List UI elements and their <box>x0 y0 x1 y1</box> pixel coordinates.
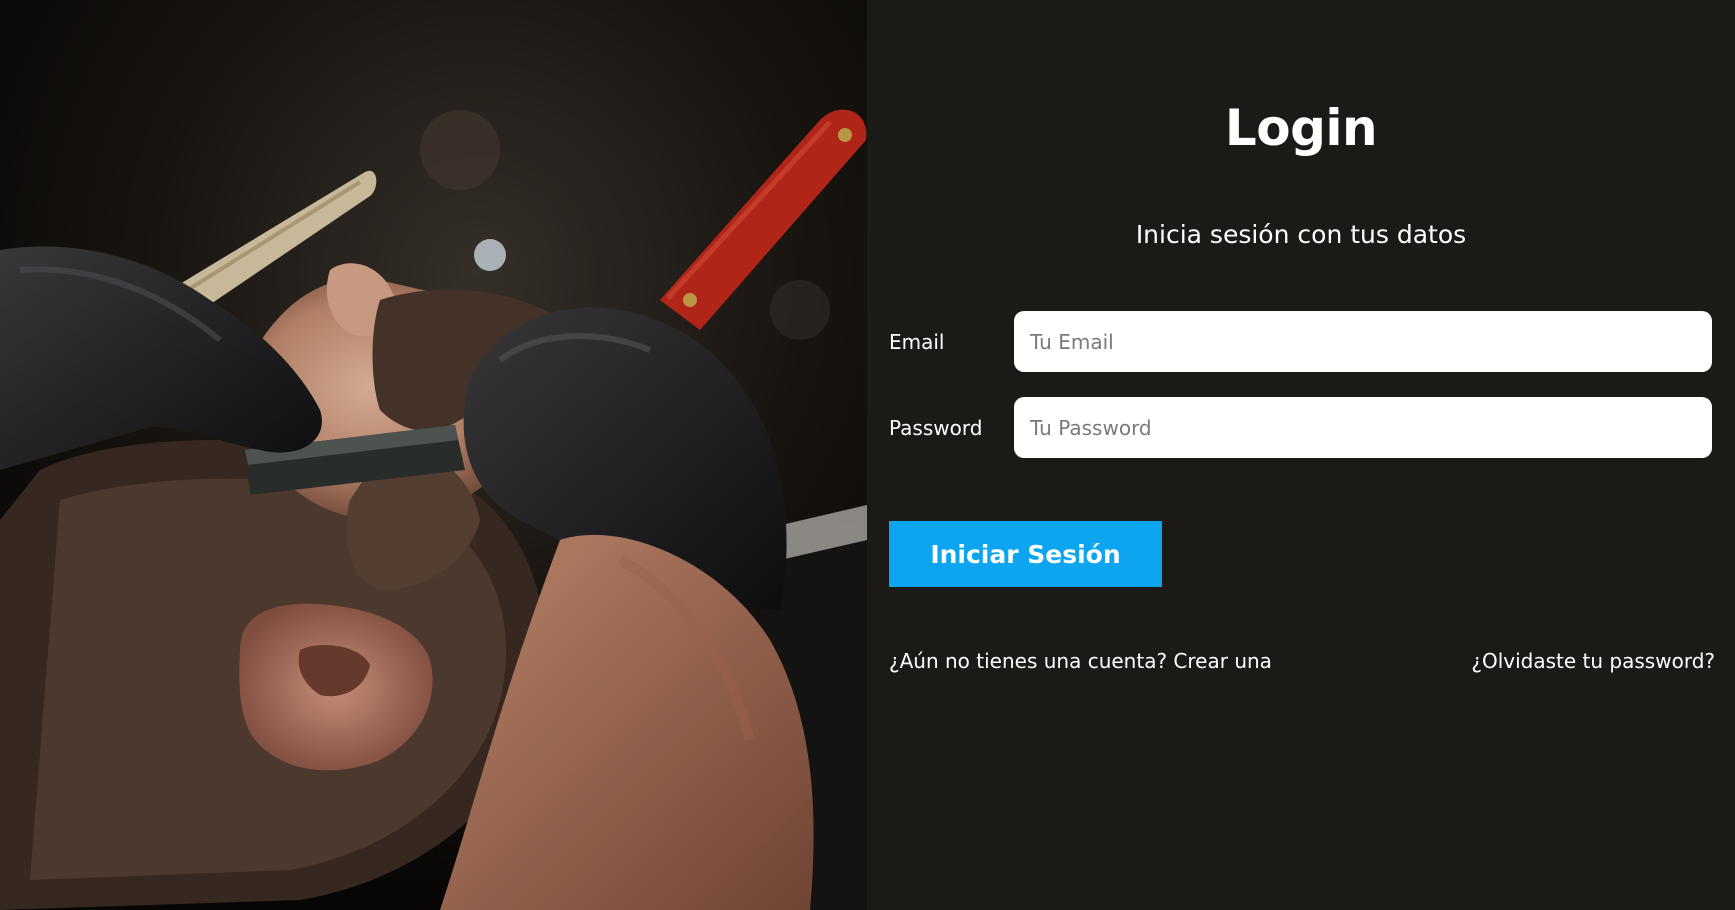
barber-shaving-image <box>0 0 867 910</box>
forgot-password-link[interactable]: ¿Olvidaste tu password? <box>1471 648 1715 674</box>
login-submit-button[interactable]: Iniciar Sesión <box>889 521 1162 587</box>
hero-photo <box>0 0 867 910</box>
password-field[interactable] <box>1014 397 1712 458</box>
email-label: Email <box>889 330 945 354</box>
page-subtitle: Inicia sesión con tus datos <box>1135 220 1467 249</box>
login-page: Login Inicia sesión con tus datos Email … <box>0 0 1735 910</box>
password-label: Password <box>889 416 983 440</box>
email-field[interactable] <box>1014 311 1712 372</box>
login-panel: Login Inicia sesión con tus datos Email … <box>867 0 1735 910</box>
page-title: Login <box>1224 99 1378 157</box>
create-account-link[interactable]: ¿Aún no tienes una cuenta? Crear una <box>889 648 1272 674</box>
